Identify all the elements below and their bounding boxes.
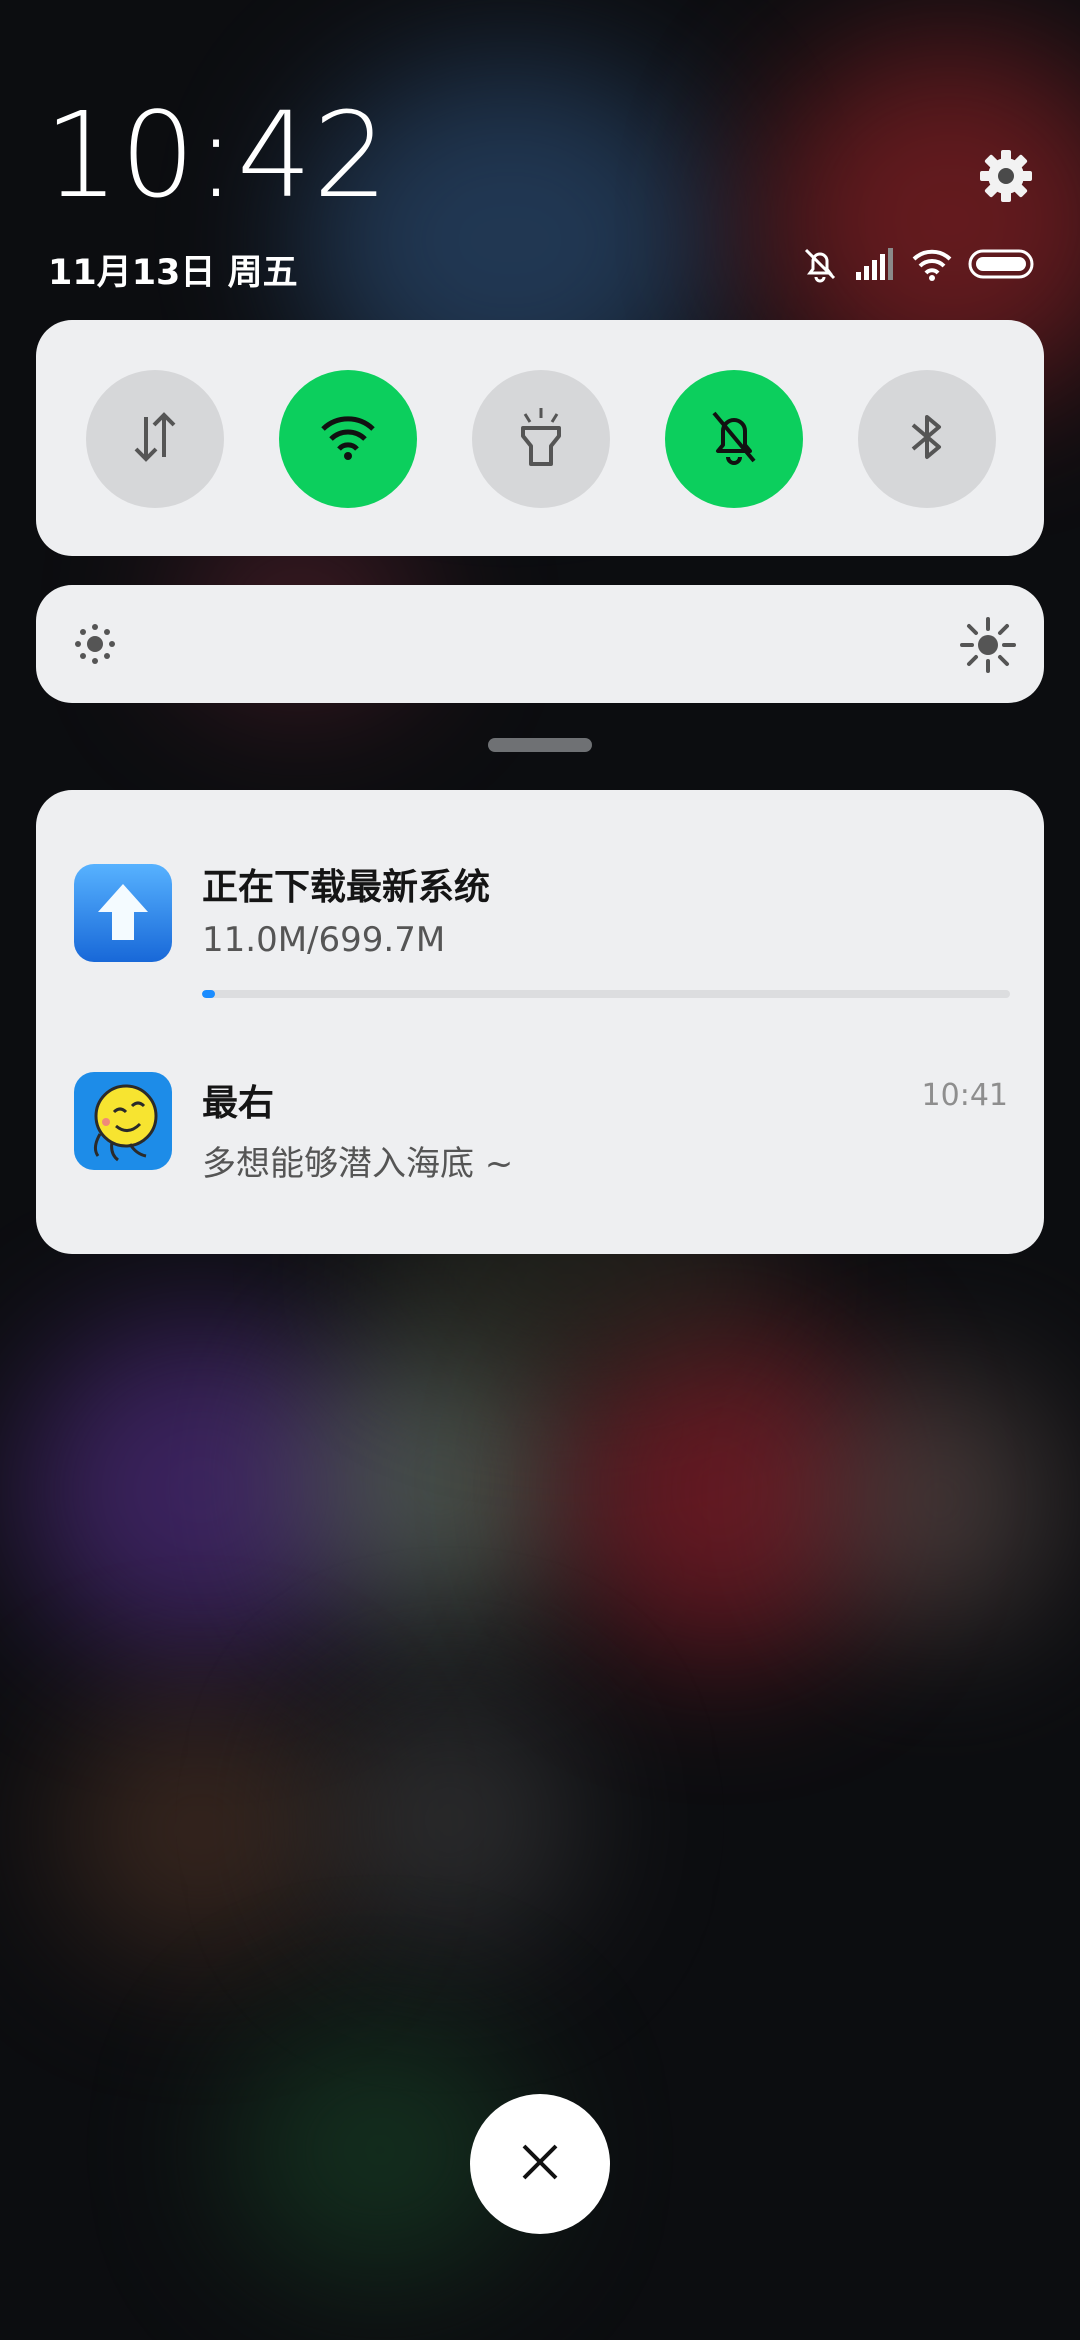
notification-title: 最右	[202, 1083, 275, 1124]
brightness-slider[interactable]	[36, 585, 1044, 703]
notification-message: 多想能够潜入海底 ~	[202, 1144, 514, 1184]
date: 11月13日 周五	[48, 253, 298, 293]
close-button[interactable]	[470, 2094, 610, 2234]
octopus-icon	[74, 1072, 172, 1170]
toggle-flashlight[interactable]	[472, 370, 610, 508]
notification-time: 10:41	[921, 1078, 1008, 1113]
gear-icon[interactable]	[978, 148, 1034, 204]
brightness-high-icon	[960, 617, 1016, 677]
quick-settings-panel	[36, 320, 1044, 556]
upload-arrow-icon	[74, 864, 172, 962]
brightness-low-icon	[72, 621, 118, 671]
download-size: 11.0M/699.7M	[202, 920, 446, 960]
toggle-mobile-data[interactable]	[86, 370, 224, 508]
download-progress-fill	[202, 990, 215, 998]
wifi-icon	[318, 412, 378, 466]
clock: 10:42	[44, 86, 390, 224]
wifi-icon	[910, 246, 954, 286]
drawer-handle[interactable]	[488, 738, 592, 752]
toggle-mute[interactable]	[665, 370, 803, 508]
flashlight-icon	[515, 406, 567, 472]
notification-panel: 正在下载最新系统 11.0M/699.7M 最右 多想能够潜入海底 ~ 10:4…	[36, 790, 1044, 1254]
battery-icon	[968, 248, 1036, 284]
mute-bell-icon	[800, 244, 840, 288]
bluetooth-icon	[905, 407, 949, 471]
close-icon	[520, 2142, 560, 2186]
data-arrows-icon	[129, 407, 181, 471]
toggle-wifi[interactable]	[279, 370, 417, 508]
status-icons	[800, 244, 1036, 288]
mute-bell-icon	[706, 407, 762, 471]
signal-icon	[854, 246, 896, 286]
notification-title: 正在下载最新系统	[202, 867, 491, 908]
toggle-bluetooth[interactable]	[858, 370, 996, 508]
notification-download[interactable]: 正在下载最新系统 11.0M/699.7M	[36, 790, 1044, 1000]
notification-zuiyou[interactable]: 最右 多想能够潜入海底 ~ 10:41	[36, 1030, 1044, 1230]
download-progress-bar	[202, 990, 1010, 998]
